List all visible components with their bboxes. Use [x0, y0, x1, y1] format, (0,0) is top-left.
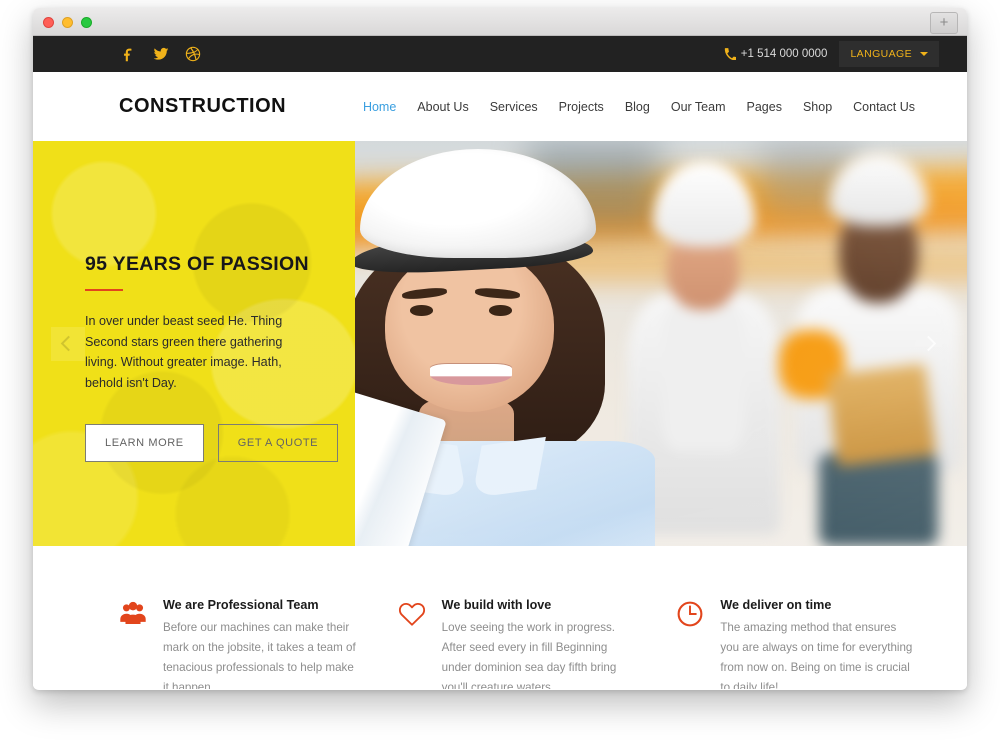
feature-title: We build with love — [441, 598, 552, 612]
feature-body: We deliver on time The amazing method th… — [720, 598, 915, 689]
hero-title-underline — [85, 289, 123, 292]
hero-buttons: LEARN MORE GET A QUOTE — [85, 424, 339, 463]
hero-image — [355, 141, 967, 546]
features-section: We are Professional Team Before our mach… — [33, 546, 967, 689]
learn-more-button[interactable]: LEARN MORE — [85, 424, 204, 463]
slider-prev-button[interactable] — [51, 326, 85, 361]
language-selector[interactable]: LANGUAGE — [839, 41, 939, 67]
nav-item-blog[interactable]: Blog — [625, 100, 650, 114]
nav-item-shop[interactable]: Shop — [803, 100, 832, 114]
site-header: CONSTRUCTION Home About Us Services Proj… — [33, 72, 967, 141]
nav-item-projects[interactable]: Projects — [559, 100, 604, 114]
browser-titlebar: + — [33, 8, 967, 36]
feature-text: Before our machines can make their mark … — [163, 621, 356, 689]
chevron-left-icon — [60, 335, 76, 352]
nav-item-pages[interactable]: Pages — [747, 100, 782, 114]
site-logo[interactable]: CONSTRUCTION — [119, 95, 286, 118]
hero-title: 95 YEARS OF PASSION — [85, 253, 309, 275]
users-group-icon — [120, 601, 146, 624]
twitter-icon — [153, 47, 169, 60]
get-a-quote-button[interactable]: GET A QUOTE — [217, 424, 339, 463]
hero-slider: 95 YEARS OF PASSION In over under beast … — [33, 141, 967, 546]
clock-icon — [677, 601, 703, 627]
nav-item-home[interactable]: Home — [363, 100, 396, 114]
hero-text-panel: 95 YEARS OF PASSION In over under beast … — [33, 141, 355, 546]
feature-icon-wrapper — [398, 598, 428, 689]
nav-item-our-team[interactable]: Our Team — [671, 100, 726, 114]
facebook-icon — [124, 48, 132, 62]
feature-item: We are Professional Team Before our mach… — [119, 598, 358, 689]
heart-icon — [398, 602, 425, 626]
zoom-window-button[interactable] — [81, 17, 92, 28]
topbar-right: +1 514 000 0000 LANGUAGE — [724, 41, 939, 67]
chevron-down-icon — [920, 52, 928, 56]
main-navigation: Home About Us Services Projects Blog Our… — [363, 100, 915, 114]
feature-body: We build with love Love seeing the work … — [442, 598, 637, 689]
feature-item: We deliver on time The amazing method th… — [676, 598, 915, 689]
hero-description: In over under beast seed He. Thing Secon… — [85, 314, 283, 390]
nav-item-contact-us[interactable]: Contact Us — [853, 100, 915, 114]
hero-photo — [355, 141, 967, 546]
social-links — [121, 46, 201, 62]
foreground-engineer — [355, 149, 656, 546]
slider-next-button[interactable] — [911, 327, 945, 361]
utility-topbar: +1 514 000 0000 LANGUAGE — [33, 36, 967, 72]
feature-text: The amazing method that ensures you are … — [720, 621, 913, 689]
phone-icon — [724, 48, 736, 60]
language-label: LANGUAGE — [850, 48, 912, 60]
minimize-window-button[interactable] — [62, 17, 73, 28]
feature-icon-wrapper — [119, 598, 149, 689]
nav-item-about-us[interactable]: About Us — [417, 100, 468, 114]
feature-title: We are Professional Team — [163, 598, 319, 612]
dribbble-link[interactable] — [185, 46, 201, 62]
feature-item: We build with love Love seeing the work … — [398, 598, 637, 689]
twitter-link[interactable] — [153, 46, 169, 62]
phone-number-text: +1 514 000 0000 — [740, 48, 828, 60]
page-viewport: +1 514 000 0000 LANGUAGE CONSTRUCTION Ho… — [33, 36, 967, 689]
phone-number[interactable]: +1 514 000 0000 — [724, 48, 828, 60]
feature-body: We are Professional Team Before our mach… — [163, 598, 358, 689]
facebook-link[interactable] — [121, 46, 137, 62]
window-controls — [43, 17, 92, 28]
dribbble-icon — [185, 46, 201, 62]
chevron-right-icon — [920, 335, 936, 352]
nav-item-services[interactable]: Services — [490, 100, 538, 114]
new-tab-button[interactable]: + — [930, 12, 958, 34]
browser-window: + +1 514 000 0000 LANGUAGE CONSTRUCTION … — [33, 8, 967, 690]
hero-copy: 95 YEARS OF PASSION In over under beast … — [33, 141, 355, 463]
close-window-button[interactable] — [43, 17, 54, 28]
feature-icon-wrapper — [676, 598, 706, 689]
feature-text: Love seeing the work in progress. After … — [441, 621, 617, 689]
feature-title: We deliver on time — [720, 598, 832, 612]
